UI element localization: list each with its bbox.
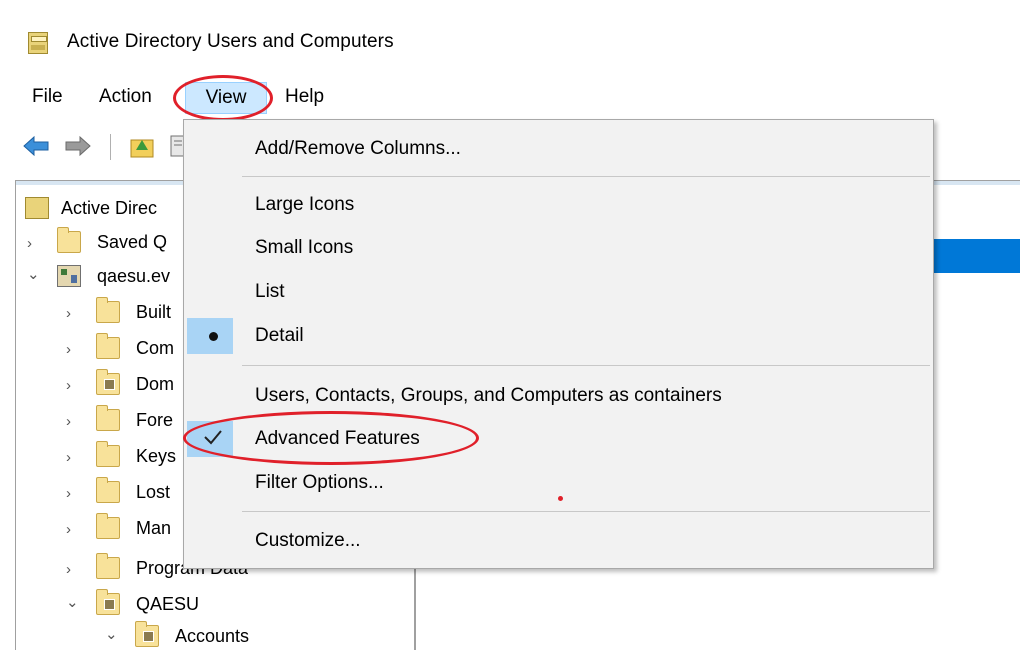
tree-item-label: Built (136, 302, 172, 322)
menu-item-add-remove-columns[interactable]: Add/Remove Columns... (184, 129, 933, 169)
menu-view[interactable]: View (185, 82, 267, 114)
menu-separator (242, 365, 930, 366)
folder-icon (57, 227, 81, 253)
tree-item-label: Accounts (175, 626, 250, 646)
tree-item-label: Fore (136, 410, 174, 430)
tree-item-label: Keys (136, 446, 177, 466)
menu-item-advanced-features[interactable]: Advanced Features (184, 419, 933, 459)
chevron-right-icon[interactable]: › (66, 341, 80, 358)
folder-icon (96, 405, 120, 431)
chevron-right-icon[interactable]: › (66, 413, 80, 430)
aduc-icon (25, 197, 49, 219)
chevron-down-icon[interactable]: ⌄ (105, 625, 119, 643)
ou-icon (135, 621, 159, 647)
checkmark-icon (204, 430, 222, 445)
ou-icon (96, 589, 120, 615)
menu-item-small-icons[interactable]: Small Icons (184, 228, 933, 268)
menu-separator (242, 176, 930, 177)
chevron-right-icon[interactable]: › (66, 305, 80, 322)
ou-icon (96, 369, 120, 395)
folder-icon (96, 553, 120, 579)
view-menu-dropdown: Add/Remove Columns... Large Icons Small … (183, 119, 934, 569)
aduc-app-icon (28, 32, 48, 54)
domain-icon (57, 265, 81, 287)
menu-item-detail[interactable]: Detail (184, 316, 933, 356)
menu-item-label: Customize... (255, 530, 361, 551)
folder-icon (96, 333, 120, 359)
chevron-right-icon[interactable]: › (66, 561, 80, 578)
tree-item-label: Man (136, 518, 172, 538)
menu-file[interactable]: File (30, 86, 65, 108)
menu-item-customize[interactable]: Customize... (184, 521, 933, 561)
folder-icon (96, 477, 120, 503)
selected-indicator (187, 318, 233, 354)
folder-icon (96, 513, 120, 539)
menu-item-users-as-containers[interactable]: Users, Contacts, Groups, and Computers a… (184, 376, 933, 416)
up-folder-icon[interactable] (128, 132, 156, 160)
menu-separator (242, 511, 930, 512)
chevron-right-icon[interactable]: › (66, 485, 80, 502)
tree-item-label: QAESU (136, 594, 200, 614)
menu-item-label: Small Icons (255, 237, 354, 258)
chevron-right-icon[interactable]: › (66, 521, 80, 538)
menu-action[interactable]: Action (97, 86, 154, 108)
tree-item-label: qaesu.ev (97, 266, 171, 286)
chevron-down-icon[interactable]: ⌄ (66, 593, 80, 611)
chevron-down-icon[interactable]: ⌄ (27, 265, 41, 283)
chevron-right-icon[interactable]: › (66, 377, 80, 394)
folder-icon (96, 441, 120, 467)
menu-help[interactable]: Help (283, 86, 326, 108)
menu-item-label: Detail (255, 325, 304, 346)
chevron-right-icon[interactable]: › (27, 235, 41, 252)
menu-item-list[interactable]: List (184, 272, 933, 312)
tree-item-label: Dom (136, 374, 175, 394)
tree-item-label: Lost (136, 482, 171, 502)
radio-bullet-icon (209, 332, 218, 341)
chevron-right-icon[interactable]: › (66, 449, 80, 466)
tree-item-label: Active Direc (61, 198, 158, 218)
menu-item-large-icons[interactable]: Large Icons (184, 185, 933, 225)
tree-item-label: Saved Q (97, 232, 168, 252)
annotation-dot (558, 496, 563, 501)
menu-item-label: Add/Remove Columns... (255, 138, 461, 159)
menu-item-label: Large Icons (255, 194, 355, 215)
menu-item-label: Advanced Features (255, 428, 420, 449)
checked-indicator (187, 421, 233, 457)
menu-item-label: Users, Contacts, Groups, and Computers a… (255, 385, 722, 406)
back-arrow-icon[interactable] (22, 132, 50, 160)
menu-item-label: Filter Options... (255, 472, 384, 493)
title-bar: Active Directory Users and Computers (0, 0, 1020, 80)
folder-icon (96, 297, 120, 323)
menu-bar: File Action View Help (0, 80, 1020, 116)
toolbar-separator (110, 134, 111, 160)
window-title: Active Directory Users and Computers (67, 31, 394, 52)
tree-item-label: Com (136, 338, 175, 358)
forward-arrow-icon[interactable] (64, 132, 92, 160)
menu-item-label: List (255, 281, 285, 302)
